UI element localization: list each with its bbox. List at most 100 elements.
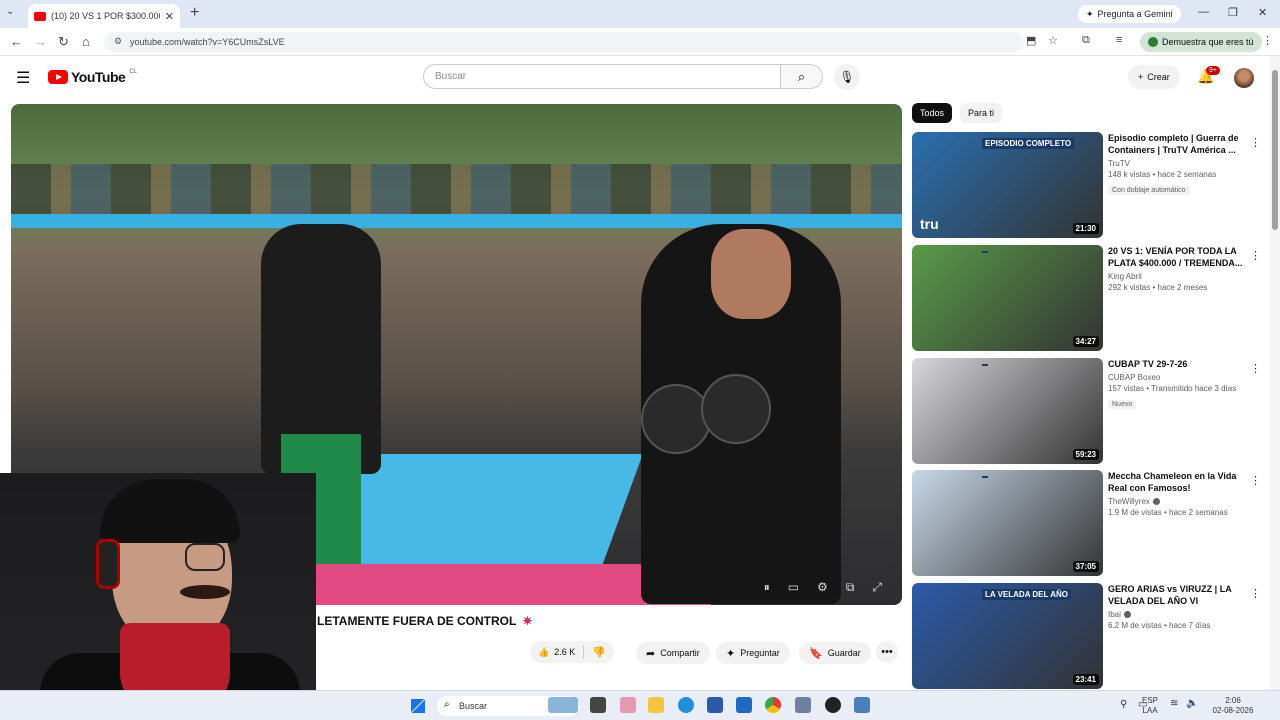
forward-icon[interactable]: → (34, 34, 47, 49)
windows-start-icon[interactable] (411, 699, 425, 713)
channel-name[interactable]: TheWillyrex (1108, 497, 1246, 506)
window-close-icon[interactable]: ✕ (1258, 6, 1267, 19)
more-vertical-icon[interactable]: ⋮ (1250, 362, 1261, 375)
channel-name[interactable]: King Abril (1108, 272, 1246, 281)
video-title[interactable]: Meccha Chameleon en la Vida Real con Fam… (1108, 470, 1246, 494)
voice-search-button[interactable]: 🎙 (834, 64, 860, 90)
clock[interactable]: 2:06 02-08-2026 (1208, 696, 1258, 716)
url-field[interactable]: ⚙ youtube.com/watch?v=Y6CUmsZsLVE (104, 32, 1024, 52)
clock-date: 02-08-2026 (1212, 706, 1254, 715)
channel-name[interactable]: TruTV (1108, 159, 1246, 168)
reload-icon[interactable]: ↻ (58, 34, 69, 50)
install-icon[interactable]: ⬒ (1026, 34, 1036, 47)
recommended-video[interactable]: 37:05 Meccha Chameleon en la Vida Real co… (912, 470, 1262, 576)
video-thumbnail[interactable]: LA VELADA DEL AÑO 23:41 (912, 583, 1103, 689)
dislike-button[interactable]: 👎 (584, 646, 614, 659)
edge-icon[interactable] (678, 697, 694, 713)
more-vertical-icon[interactable]: ⋮ (1250, 587, 1261, 600)
store-icon[interactable] (707, 697, 723, 713)
recommended-video[interactable]: EPISODIO COMPLETO tru 21:30 Episodio comple… (912, 132, 1262, 238)
scrollbar-thumb[interactable] (1272, 70, 1278, 230)
human-verification-button[interactable]: Demuestra que eres tú (1140, 32, 1262, 52)
video-title-text: LETAMENTE FUERA DE CONTROL (317, 614, 517, 628)
new-tab-icon[interactable]: + (190, 4, 199, 22)
recommended-video[interactable]: LA VELADA DEL AÑO 23:41 GERO ARIAS vs VIRU… (912, 583, 1262, 689)
recommended-video[interactable]: 59:23 CUBAP TV 29-7-26 CUBAP Boxeo 157 vist… (912, 358, 1262, 464)
tab-search-icon[interactable]: ⌄ (6, 6, 14, 17)
bookmark-icon: 🔖 (809, 647, 823, 660)
more-actions-button[interactable]: ••• (876, 641, 898, 663)
miniplayer-icon[interactable]: ⧉ (846, 580, 855, 595)
youtube-logo[interactable]: YouTube CL (48, 69, 137, 85)
settings-app-icon[interactable] (854, 697, 870, 713)
video-thumbnail[interactable]: EPISODIO COMPLETO tru 21:30 (912, 132, 1103, 238)
video-title[interactable]: Episodio completo | Guerra de Containers… (1108, 132, 1246, 156)
sparkle-icon: ✷ (522, 614, 533, 628)
thumbnail-label: EPISODIO COMPLETO (982, 138, 1075, 149)
search-button[interactable]: ⌕ (781, 64, 823, 89)
task-view-icon[interactable] (590, 697, 606, 713)
more-vertical-icon[interactable]: ⋮ (1250, 136, 1261, 149)
share-button[interactable]: ➦ Compartir (636, 642, 710, 664)
reading-list-icon[interactable]: ≡ (1116, 34, 1122, 46)
video-title[interactable]: GERO ARIAS vs VIRUZZ | LA VELADA DEL AÑO… (1108, 583, 1246, 607)
chip-todos[interactable]: Todos (912, 103, 953, 123)
video-info: Meccha Chameleon en la Vida Real con Fam… (1108, 470, 1246, 517)
plus-icon: + (1138, 72, 1144, 82)
obs-icon[interactable] (825, 697, 841, 713)
restore-icon[interactable]: ❐ (1228, 6, 1238, 19)
subtitles-icon[interactable]: ▭ (788, 580, 799, 595)
gemini-button[interactable]: ✦ Pregunta a Gemini (1078, 5, 1181, 23)
minimize-icon[interactable]: — (1198, 6, 1209, 18)
file-explorer-icon[interactable] (648, 697, 664, 713)
video-thumbnail[interactable]: 37:05 (912, 470, 1103, 576)
ask-button[interactable]: ✦ Preguntar (716, 642, 790, 664)
widgets-icon[interactable] (548, 697, 578, 713)
autoplay-toggle-icon[interactable]: ⏸ (764, 580, 770, 595)
create-button[interactable]: + Crear (1128, 65, 1180, 89)
volume-icon[interactable]: 🔈 (1186, 699, 1198, 709)
menu-icon[interactable]: ☰ (16, 68, 30, 88)
settings-gear-icon[interactable]: ⚙ (817, 580, 828, 595)
video-thumbnail[interactable]: 59:23 (912, 358, 1103, 464)
webcam-headset (96, 539, 120, 589)
thumbnail-label (982, 476, 988, 478)
back-icon[interactable]: ← (10, 34, 23, 49)
search-input[interactable]: Buscar (423, 64, 781, 89)
channel-name-text: TruTV (1108, 159, 1130, 168)
more-vertical-icon[interactable]: ⋮ (1250, 249, 1261, 262)
language-indicator[interactable]: ESP LAA (1142, 696, 1158, 716)
network-icon[interactable]: ⚲ (1120, 700, 1127, 710)
outlook-icon[interactable] (736, 697, 752, 713)
extensions-icon[interactable]: ⧉ (1082, 34, 1090, 47)
bookmark-star-icon[interactable]: ☆ (1048, 34, 1058, 47)
windows-taskbar: Buscar ⌕ ⚲ ▭ ESP LAA ≋ 🔈 2:06 02-08-2026 (0, 690, 1280, 720)
save-button[interactable]: 🔖 Guardar (799, 642, 871, 664)
close-tab-icon[interactable]: ✕ (165, 10, 174, 23)
more-vertical-icon[interactable]: ⋮ (1250, 474, 1261, 487)
fullscreen-icon[interactable]: ⤢ (872, 580, 882, 595)
ask-label: Preguntar (740, 648, 780, 658)
camera-icon[interactable] (795, 697, 811, 713)
recommended-video[interactable]: 34:27 20 VS 1: VENÍA POR TODA LA PLATA $4… (912, 245, 1262, 351)
chrome-icon[interactable] (765, 697, 781, 713)
verified-badge-icon (1123, 611, 1131, 619)
page-scrollbar[interactable] (1270, 56, 1280, 690)
browser-tab[interactable]: (10) 20 VS 1 POR $300.000: LA ✕ (28, 4, 180, 28)
video-title[interactable]: CUBAP TV 29-7-26 (1108, 358, 1246, 370)
wifi-icon[interactable]: ≋ (1170, 699, 1178, 709)
home-icon[interactable]: ⌂ (82, 34, 90, 49)
video-title[interactable]: 20 VS 1: VENÍA POR TODA LA PLATA $400.00… (1108, 245, 1246, 269)
avatar[interactable] (1234, 68, 1254, 88)
like-dislike-group: 👍 2.6 K 👎 (530, 641, 614, 663)
channel-name[interactable]: Ibai (1108, 610, 1246, 619)
browser-menu-icon[interactable]: ⋮ (1262, 34, 1273, 47)
site-info-icon[interactable]: ⚙ (114, 36, 122, 47)
video-meta: 6.2 M de vistas • hace 7 días (1108, 621, 1211, 630)
copilot-icon[interactable] (620, 697, 636, 713)
channel-name[interactable]: CUBAP Boxeo (1108, 373, 1246, 382)
chip-para-ti[interactable]: Para ti (960, 103, 1003, 123)
video-thumbnail[interactable]: 34:27 (912, 245, 1103, 351)
like-button[interactable]: 👍 2.6 K (530, 645, 585, 659)
create-label: Crear (1147, 72, 1170, 82)
